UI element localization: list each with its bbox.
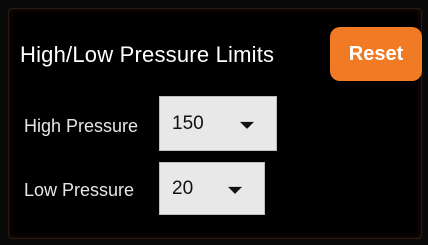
reset-button[interactable]: Reset (330, 27, 422, 81)
chevron-down-icon (240, 121, 254, 129)
high-pressure-dropdown[interactable]: 150 (159, 96, 277, 151)
high-pressure-label: High Pressure (24, 116, 139, 136)
page-title: High/Low Pressure Limits (20, 42, 275, 67)
low-pressure-label: Low Pressure (24, 180, 135, 200)
low-pressure-dropdown[interactable]: 20 (159, 162, 265, 215)
high-pressure-value: 150 (172, 112, 204, 134)
chevron-down-icon (228, 186, 242, 194)
low-pressure-value: 20 (172, 177, 194, 199)
